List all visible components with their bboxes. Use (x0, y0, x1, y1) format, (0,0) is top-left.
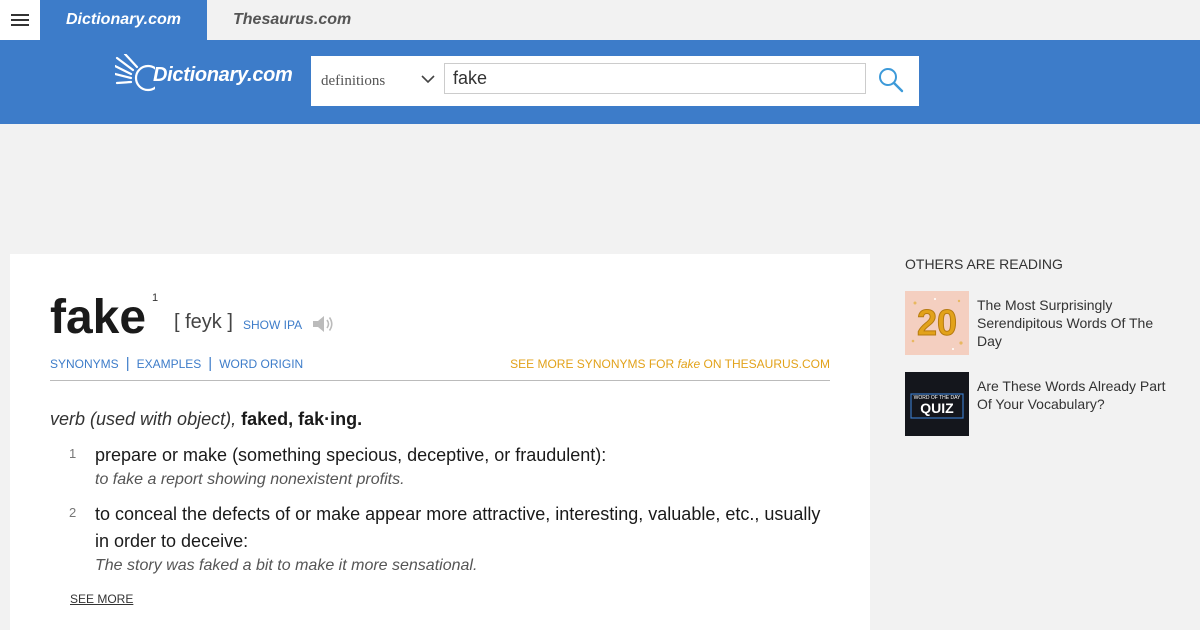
definition-card: fake 1 [ feyk ] SHOW IPA SYNONYMS | EXAM… (10, 254, 870, 630)
sidebar-title: OTHERS ARE READING (905, 256, 1063, 272)
see-more-synonyms-link[interactable]: SEE MORE SYNONYMS FOR fake ON THESAURUS.… (510, 357, 830, 371)
see-more-link[interactable]: SEE MORE (70, 592, 133, 606)
logo-text: Dictionary.com (153, 64, 293, 86)
inflected-forms: faked, fak·ing. (241, 409, 363, 429)
see-syn-word: fake (677, 357, 701, 371)
show-ipa-link[interactable]: SHOW IPA (243, 318, 302, 332)
tab-dictionary[interactable]: Dictionary.com (40, 0, 207, 40)
homograph-number: 1 (152, 292, 159, 304)
thumb-text: QUIZ (920, 400, 954, 416)
word-origin-link[interactable]: WORD ORIGIN (219, 357, 303, 371)
definition-example: to fake a report showing nonexistent pro… (95, 471, 405, 488)
synonyms-link[interactable]: SYNONYMS (50, 357, 119, 371)
link-separator: | (125, 355, 130, 372)
examples-link[interactable]: EXAMPLES (137, 357, 202, 371)
sidebar-article[interactable]: 20 The Most Surprisingly Serendipitous W… (905, 291, 1175, 355)
divider (50, 380, 830, 381)
search-button[interactable] (871, 63, 911, 97)
article-thumbnail: 20 (905, 291, 969, 355)
definition-item: 1 prepare or make (something specious, d… (50, 442, 830, 489)
definition-text: to conceal the defects of or make appear… (95, 504, 821, 551)
search-icon (879, 68, 904, 93)
top-tab-bar: Dictionary.com Thesaurus.com (0, 0, 1200, 40)
entry-links: SYNONYMS | EXAMPLES | WORD ORIGIN (50, 355, 303, 372)
speaker-icon[interactable] (311, 313, 335, 335)
article-title: Are These Words Already Part Of Your Voc… (977, 378, 1166, 412)
hamburger-menu-icon[interactable] (0, 0, 40, 40)
sidebar-article[interactable]: WORD OF THE DAY QUIZ Are These Words Alr… (905, 372, 1175, 436)
definition-example: The story was faked a bit to make it mor… (95, 557, 478, 574)
dictionary-logo[interactable]: Dictionary.com (115, 54, 295, 98)
thumb-text: 20 (917, 302, 957, 343)
site-header: Dictionary.com definitions (0, 40, 1200, 124)
definition-number: 1 (69, 446, 77, 461)
logo-burst-icon (115, 54, 155, 92)
definition-item: 2 to conceal the defects of or make appe… (50, 501, 830, 575)
chevron-down-icon[interactable] (421, 72, 435, 86)
pos-label: verb (used with object), (50, 409, 237, 429)
see-syn-prefix: SEE MORE SYNONYMS FOR (510, 357, 675, 371)
search-bar: definitions (311, 56, 919, 106)
link-separator: | (208, 355, 213, 372)
headword: fake (50, 291, 147, 344)
definition-text: prepare or make (something specious, dec… (95, 445, 607, 465)
search-type-value: definitions (321, 73, 386, 89)
pronunciation: [ feyk ] (174, 311, 233, 333)
tab-thesaurus[interactable]: Thesaurus.com (207, 0, 377, 40)
article-thumbnail: WORD OF THE DAY QUIZ (905, 372, 969, 436)
search-input[interactable] (444, 63, 866, 94)
definition-number: 2 (69, 505, 77, 520)
see-syn-suffix: ON THESAURUS.COM (703, 357, 830, 371)
part-of-speech: verb (used with object), faked, fak·ing. (50, 409, 362, 430)
article-title: The Most Surprisingly Serendipitous Word… (977, 297, 1154, 349)
